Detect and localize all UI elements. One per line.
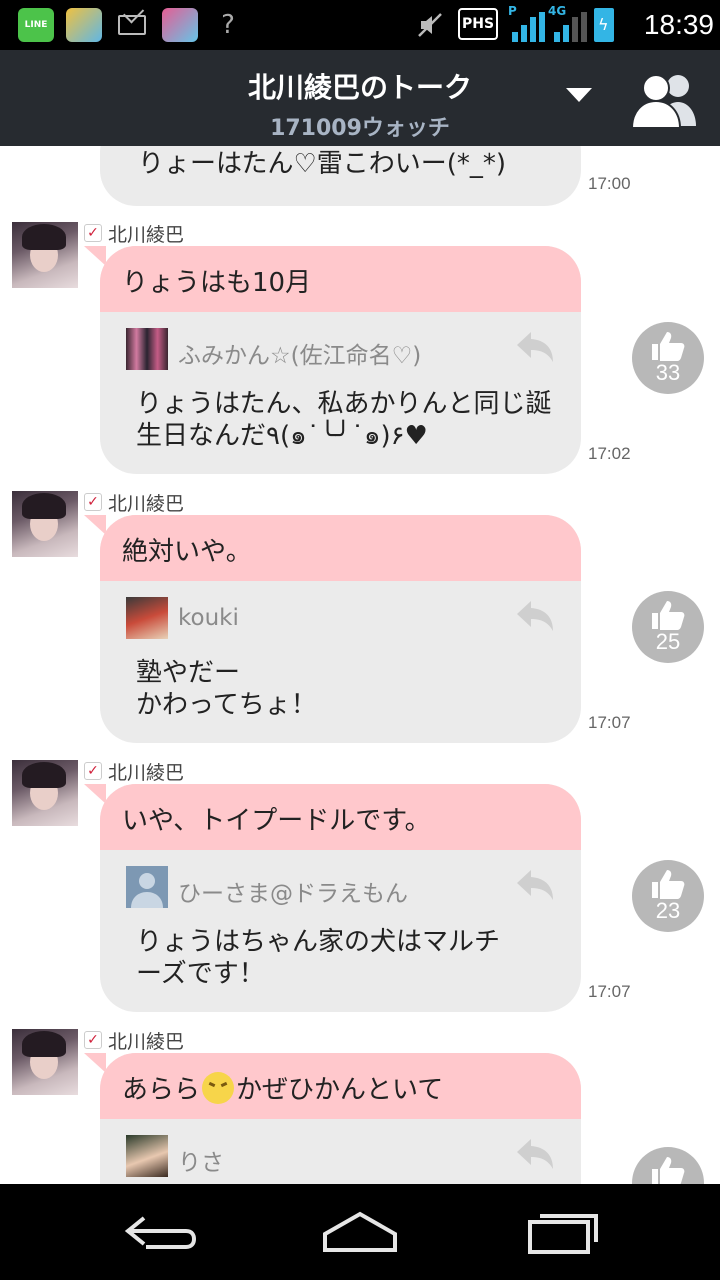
message-bubble[interactable]: りょうはも10月 ふみかん☆(佐江命名♡) りょうはたん、私あかりんと同じ誕生日… xyxy=(100,246,581,474)
message-text: りょうはも10月 xyxy=(100,246,581,312)
default-user-icon xyxy=(131,873,163,908)
avatar[interactable] xyxy=(12,491,78,557)
reply-avatar[interactable] xyxy=(126,1135,168,1177)
message-bubble[interactable]: あらら かぜひかんといて りさ xyxy=(100,1053,581,1184)
thumbs-up-icon xyxy=(652,601,685,630)
reply-text: 塾やだー かわってちょ！ xyxy=(136,658,317,720)
chat-header: 北川綾巴のトーク 171009ウォッチ xyxy=(0,50,720,146)
message-time: 17:07 xyxy=(588,713,631,732)
sender-name: 北川綾巴 xyxy=(108,1031,185,1053)
like-button[interactable] xyxy=(632,1147,704,1184)
message-time: 17:07 xyxy=(588,982,631,1001)
thumbs-up-icon xyxy=(652,1157,685,1184)
page-subtitle: 171009ウォッチ xyxy=(270,116,450,141)
quoted-reply: ふみかん☆(佐江命名♡) りょうはたん、私あかりんと同じ誕生日なんだ٩(๑˙╰╯… xyxy=(100,312,581,474)
status-bar: LINE ? PHS P 4G ϟ 18:39 xyxy=(0,0,720,50)
quoted-reply: ひーさま@ドラえもん りょうはちゃん家の犬はマルチーズです！ xyxy=(100,850,581,1012)
phs-icon: PHS xyxy=(458,8,498,40)
sender-name: 北川綾巴 xyxy=(108,762,185,784)
thumbs-up-icon xyxy=(652,870,685,899)
like-button[interactable]: 25 xyxy=(632,591,704,663)
members-icon[interactable] xyxy=(628,72,704,129)
reply-text: りょうはちゃん家の犬はマルチーズです！ xyxy=(136,927,501,989)
message-bubble[interactable]: 絶対いや。 kouki 塾やだー かわってちょ！ xyxy=(100,515,581,743)
dropdown-arrow-icon[interactable] xyxy=(566,88,592,102)
reply-author: りさ xyxy=(178,1150,224,1176)
message-text: いや、トイプードルです。 xyxy=(100,784,581,850)
message-text: あらら かぜひかんといて xyxy=(100,1053,581,1119)
battery-icon: ϟ xyxy=(594,8,614,42)
reply-arrow-icon[interactable] xyxy=(515,1137,555,1173)
thumbs-up-icon xyxy=(652,332,685,361)
message-text: りょーはたん♡雷こわいー(*_*) xyxy=(138,149,507,179)
message-bubble: りょーはたん♡雷こわいー(*_*) xyxy=(100,146,581,206)
message-time: 17:00 xyxy=(588,174,631,193)
quoted-reply: kouki 塾やだー かわってちょ！ xyxy=(100,581,581,743)
mail-icon xyxy=(118,15,146,35)
wifi-icon: ? xyxy=(221,10,235,40)
reply-avatar[interactable] xyxy=(126,597,168,639)
reply-author: ひーさま@ドラえもん xyxy=(178,881,408,907)
sender-name: 北川綾巴 xyxy=(108,493,185,515)
reply-arrow-icon[interactable] xyxy=(515,599,555,635)
avatar[interactable] xyxy=(12,222,78,288)
signal-icon xyxy=(550,8,590,42)
avatar[interactable] xyxy=(12,760,78,826)
quoted-reply: りさ xyxy=(100,1119,581,1184)
message-bubble[interactable]: いや、トイプードルです。 ひーさま@ドラえもん りょうはちゃん家の犬はマルチーズ… xyxy=(100,784,581,1012)
like-count: 23 xyxy=(655,898,681,923)
system-nav-bar xyxy=(0,1184,720,1280)
reply-arrow-icon[interactable] xyxy=(515,330,555,366)
signal-icon xyxy=(508,8,548,42)
sick-face-emoji-icon xyxy=(202,1072,235,1104)
mute-icon xyxy=(415,10,445,40)
sender-name: 北川綾巴 xyxy=(108,224,185,246)
line-app-icon: LINE xyxy=(18,8,54,42)
reply-author: kouki xyxy=(178,605,239,631)
verified-check-icon: ✓ xyxy=(84,1031,102,1049)
app-notification-icon xyxy=(162,8,198,42)
like-button[interactable]: 33 xyxy=(632,322,704,394)
like-button[interactable]: 23 xyxy=(632,860,704,932)
app-notification-icon xyxy=(66,8,102,42)
reply-author: ふみかん☆(佐江命名♡) xyxy=(178,343,422,369)
verified-check-icon: ✓ xyxy=(84,224,102,242)
verified-check-icon: ✓ xyxy=(84,762,102,780)
like-count: 33 xyxy=(655,360,681,385)
reply-avatar[interactable] xyxy=(126,866,168,908)
message-text: 絶対いや。 xyxy=(100,515,581,581)
message-time: 17:02 xyxy=(588,444,631,463)
verified-check-icon: ✓ xyxy=(84,493,102,511)
avatar[interactable] xyxy=(12,1029,78,1095)
page-title: 北川綾巴のトーク xyxy=(247,71,472,104)
reply-arrow-icon[interactable] xyxy=(515,868,555,904)
back-icon[interactable] xyxy=(116,1204,206,1260)
status-time: 18:39 xyxy=(643,9,714,40)
reply-text: りょうはたん、私あかりんと同じ誕生日なんだ٩(๑˙╰╯˙๑)۶♥ xyxy=(136,389,552,451)
like-count: 25 xyxy=(655,629,681,654)
chat-timeline[interactable]: りょーはたん♡雷こわいー(*_*) 17:00 ✓ 北川綾巴 りょうはも10月 … xyxy=(0,146,720,1184)
recent-apps-icon[interactable] xyxy=(518,1204,608,1260)
reply-avatar[interactable] xyxy=(126,328,168,370)
home-icon[interactable] xyxy=(315,1204,405,1260)
